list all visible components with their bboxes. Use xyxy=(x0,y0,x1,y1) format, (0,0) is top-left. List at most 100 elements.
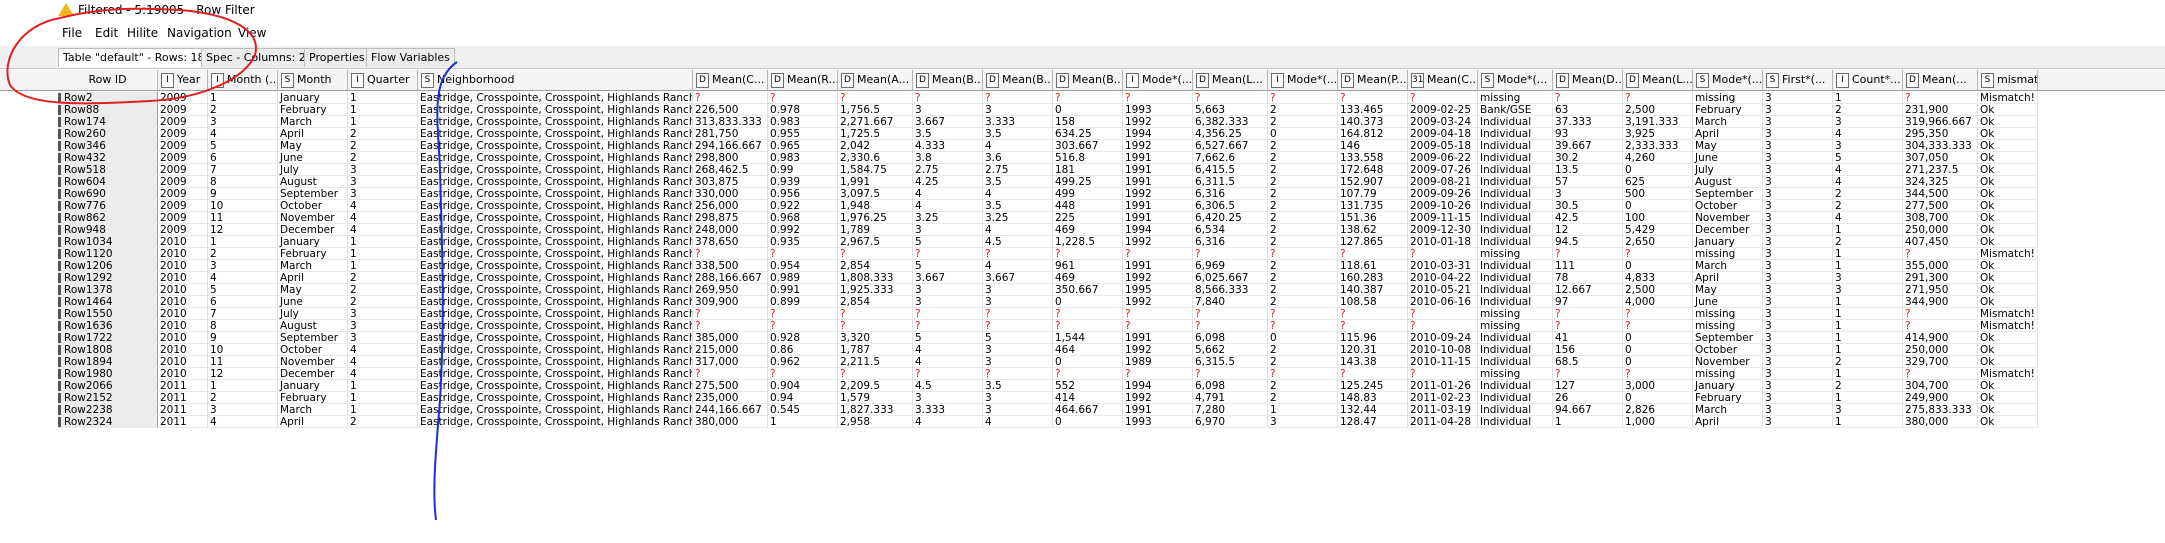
column-header[interactable]: I Mode*(... xyxy=(1123,70,1193,90)
table-cell[interactable]: 3 xyxy=(1763,308,1833,320)
table-cell[interactable]: ? xyxy=(1623,320,1693,332)
table-cell[interactable]: 1,000 xyxy=(1623,416,1693,428)
table-cell[interactable]: 1989 xyxy=(1123,356,1193,368)
table-cell[interactable]: 4 xyxy=(348,344,418,356)
column-header[interactable]: I Quarter xyxy=(348,70,418,90)
menu-navigation[interactable]: Navigation xyxy=(167,26,232,40)
table-cell[interactable]: 2 xyxy=(1833,188,1903,200)
table-cell[interactable]: ? xyxy=(1553,368,1623,380)
column-header[interactable]: D Mean(... xyxy=(1903,70,1978,90)
table-cell[interactable]: 1 xyxy=(1833,416,1903,428)
table-cell[interactable]: 6,098 xyxy=(1193,332,1268,344)
table-cell[interactable]: 3 xyxy=(1763,140,1833,152)
table-cell[interactable]: 2 xyxy=(1268,260,1338,272)
table-cell[interactable]: 5 xyxy=(913,236,983,248)
table-cell[interactable]: April xyxy=(1693,128,1763,140)
table-cell[interactable]: 2 xyxy=(348,152,418,164)
table-cell[interactable]: Individual xyxy=(1478,116,1553,128)
table-cell[interactable]: 303.667 xyxy=(1053,140,1123,152)
table-cell[interactable]: 1,544 xyxy=(1053,332,1123,344)
table-cell[interactable]: 3 xyxy=(1763,188,1833,200)
table-cell[interactable]: 4 xyxy=(913,188,983,200)
table-cell[interactable]: April xyxy=(278,128,348,140)
table-cell[interactable]: 249,900 xyxy=(1903,392,1978,404)
table-cell[interactable]: 2011 xyxy=(158,404,208,416)
table-cell[interactable]: 1992 xyxy=(1123,140,1193,152)
table-cell[interactable]: Ok xyxy=(1978,272,2038,284)
column-header[interactable]: D Mean(A... xyxy=(838,70,913,90)
table-cell[interactable]: 380,000 xyxy=(1903,416,1978,428)
table-cell[interactable]: 120.31 xyxy=(1338,344,1408,356)
table-cell[interactable]: 3 xyxy=(983,356,1053,368)
table-cell[interactable]: July xyxy=(1693,164,1763,176)
table-cell[interactable]: ? xyxy=(1553,320,1623,332)
table-cell[interactable]: 97 xyxy=(1553,296,1623,308)
table-cell[interactable]: 6,527.667 xyxy=(1193,140,1268,152)
table-cell[interactable]: 1994 xyxy=(1123,380,1193,392)
table-cell[interactable]: 516.8 xyxy=(1053,152,1123,164)
table-cell[interactable]: 2009 xyxy=(158,176,208,188)
table-cell[interactable]: 2010-03-31 xyxy=(1408,260,1478,272)
table-cell[interactable]: 1 xyxy=(348,92,418,104)
table-cell[interactable]: 3 xyxy=(1763,128,1833,140)
table-cell[interactable]: 133.558 xyxy=(1338,152,1408,164)
table-cell[interactable]: 2010 xyxy=(158,356,208,368)
column-header[interactable]: I Count*... xyxy=(1833,70,1903,90)
table-cell[interactable]: missing xyxy=(1693,248,1763,260)
table-cell[interactable]: 8 xyxy=(208,176,278,188)
table-cell[interactable]: 2 xyxy=(1833,356,1903,368)
table-cell[interactable]: 1 xyxy=(1833,224,1903,236)
row-id-cell[interactable]: Row432 xyxy=(58,152,158,164)
table-cell[interactable]: Individual xyxy=(1478,200,1553,212)
table-cell[interactable]: 1992 xyxy=(1123,272,1193,284)
table-cell[interactable]: 4,260 xyxy=(1623,152,1693,164)
table-cell[interactable]: Individual xyxy=(1478,344,1553,356)
table-cell[interactable]: 2009-10-26 xyxy=(1408,200,1478,212)
table-cell[interactable]: 1 xyxy=(348,236,418,248)
table-cell[interactable]: 3 xyxy=(1763,272,1833,284)
table-cell[interactable]: 2009 xyxy=(158,128,208,140)
table-cell[interactable]: 1992 xyxy=(1123,116,1193,128)
table-cell[interactable]: 172.648 xyxy=(1338,164,1408,176)
table-cell[interactable]: 3 xyxy=(1763,152,1833,164)
table-cell[interactable]: 0.962 xyxy=(768,356,838,368)
row-id-cell[interactable]: Row862 xyxy=(58,212,158,224)
table-cell[interactable]: 1 xyxy=(1833,92,1903,104)
table-cell[interactable]: Ok xyxy=(1978,128,2038,140)
table-cell[interactable]: ? xyxy=(838,368,913,380)
table-cell[interactable]: Ok xyxy=(1978,200,2038,212)
table-cell[interactable]: 1994 xyxy=(1123,224,1193,236)
table-cell[interactable]: ? xyxy=(1408,320,1478,332)
column-header[interactable]: S Neighborhood xyxy=(418,70,693,90)
table-cell[interactable]: 1991 xyxy=(1123,212,1193,224)
row-id-cell[interactable]: Row1034 xyxy=(58,236,158,248)
table-cell[interactable]: 6 xyxy=(208,152,278,164)
row-id-cell[interactable]: Row776 xyxy=(58,200,158,212)
table-cell[interactable]: 5,662 xyxy=(1193,344,1268,356)
table-cell[interactable]: 118.61 xyxy=(1338,260,1408,272)
table-row[interactable]: Row1808 2010 10 October 4 Eastridge, Crosspoi… xyxy=(0,344,2165,356)
table-cell[interactable]: missing xyxy=(1478,368,1553,380)
table-cell[interactable]: missing xyxy=(1478,320,1553,332)
column-header[interactable]: S Mode*(... xyxy=(1693,70,1763,90)
table-cell[interactable]: 3,925 xyxy=(1623,128,1693,140)
table-cell[interactable]: 0.992 xyxy=(768,224,838,236)
table-cell[interactable]: ? xyxy=(838,248,913,260)
table-cell[interactable]: 3 xyxy=(1763,332,1833,344)
table-cell[interactable]: 464 xyxy=(1053,344,1123,356)
table-cell[interactable]: 1991 xyxy=(1123,260,1193,272)
table-cell[interactable]: July xyxy=(278,164,348,176)
table-row[interactable]: Row88 2009 2 February 1 Eastridge, Crosspoint… xyxy=(0,104,2165,116)
table-cell[interactable]: 250,000 xyxy=(1903,224,1978,236)
table-cell[interactable]: ? xyxy=(1053,92,1123,104)
table-cell[interactable]: ? xyxy=(1408,248,1478,260)
table-cell[interactable]: 4 xyxy=(913,200,983,212)
table-cell[interactable]: ? xyxy=(1903,368,1978,380)
table-cell[interactable]: 2009 xyxy=(158,152,208,164)
table-cell[interactable]: 0.968 xyxy=(768,212,838,224)
table-cell[interactable]: September xyxy=(278,332,348,344)
table-cell[interactable]: 4 xyxy=(983,416,1053,428)
table-cell[interactable]: ? xyxy=(693,368,768,380)
table-cell[interactable]: 3 xyxy=(1833,272,1903,284)
table-cell[interactable]: Eastridge, Crosspointe, Crosspoint, High… xyxy=(418,392,693,404)
